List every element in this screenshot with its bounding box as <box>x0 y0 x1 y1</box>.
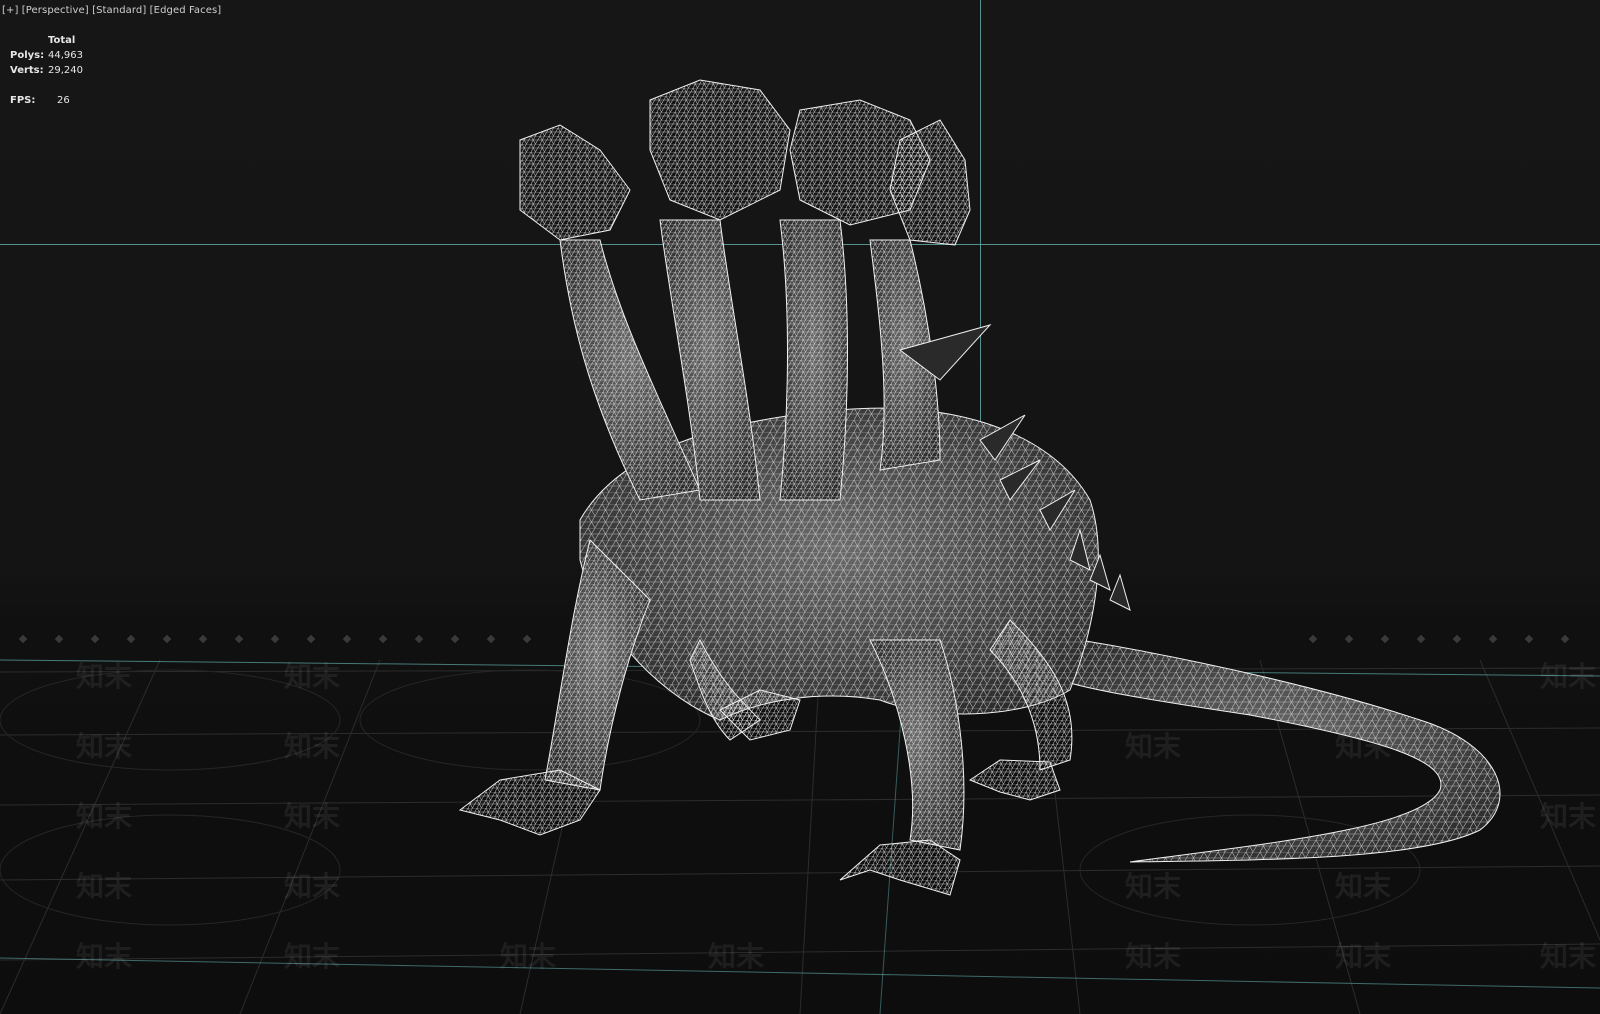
viewport-shading-button[interactable]: [Standard] <box>92 5 146 16</box>
statistics-panel: Total Polys: 44,963 Verts: 29,240 FPS: 2… <box>10 33 117 108</box>
verts-value: 29,240 <box>48 65 83 76</box>
viewport-display-mode-button[interactable]: [Edged Faces] <box>150 5 222 16</box>
hydra-wireframe-model[interactable] <box>0 0 1600 1014</box>
polys-label: Polys: <box>10 50 45 61</box>
verts-label: Verts: <box>10 65 44 76</box>
hydra-body <box>458 407 1501 896</box>
stats-verts-row: Verts: 29,240 <box>10 63 117 78</box>
perspective-viewport[interactable]: 知末 知末 知末 知末 知末 知末 知末 知末 知末 知末 知末 知末 知末 知… <box>0 0 1600 1014</box>
viewport-point-of-view-button[interactable]: [Perspective] <box>22 5 89 16</box>
fps-value: 26 <box>57 95 70 106</box>
fps-label: FPS: <box>10 95 36 106</box>
stats-fps-row: FPS: 26 <box>10 93 117 108</box>
viewport-label: [+] [Perspective] [Standard] [Edged Face… <box>2 5 221 16</box>
viewport-menu-button[interactable]: [+] <box>2 5 18 16</box>
hydra-heads <box>519 79 971 246</box>
hydra-necks <box>559 219 941 501</box>
stats-polys-row: Polys: 44,963 <box>10 48 117 63</box>
stats-header: Total <box>48 35 76 46</box>
polys-value: 44,963 <box>48 50 83 61</box>
